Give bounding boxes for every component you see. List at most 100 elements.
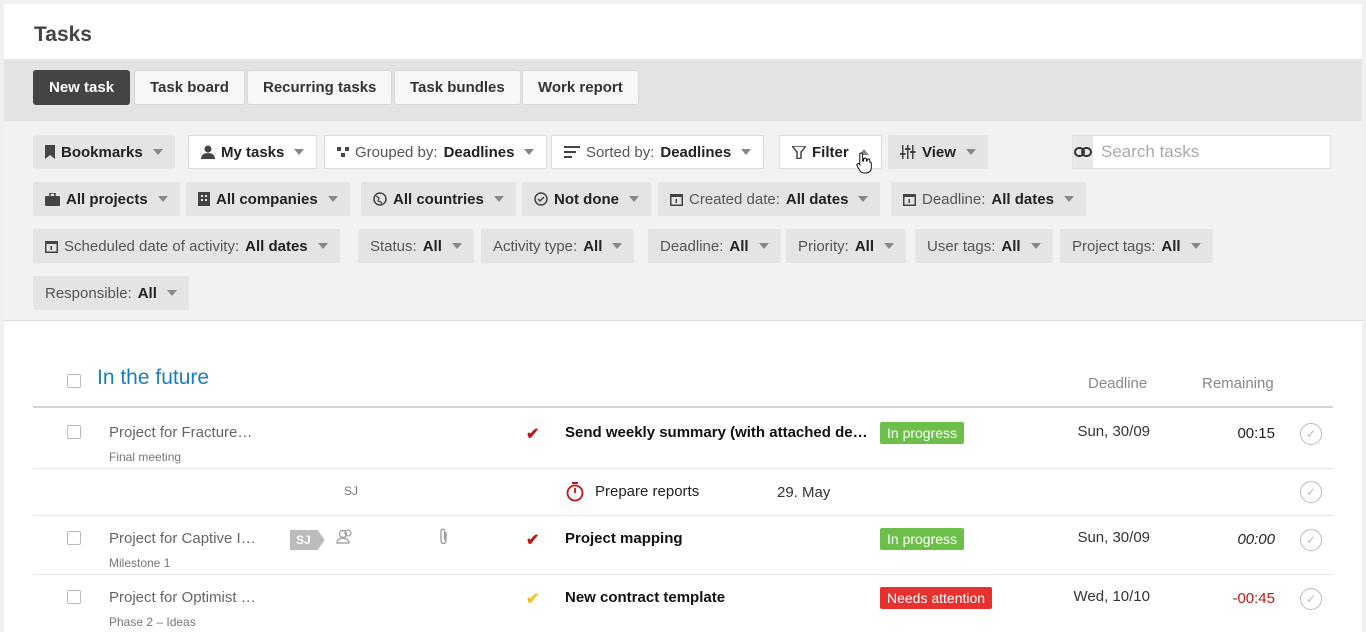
calendar-icon — [670, 193, 683, 206]
priority-check-icon: ✔ — [526, 591, 540, 608]
chevron-down-icon — [317, 243, 328, 249]
priority-check-icon: ✔ — [526, 426, 540, 443]
calendar-icon — [45, 240, 58, 253]
project-name[interactable]: Project for Fracture… — [109, 424, 252, 441]
chevron-down-icon — [157, 196, 168, 202]
user-tags-dropdown[interactable]: User tags: All — [915, 229, 1053, 263]
remaining-value: 00:15 — [1237, 425, 1275, 442]
chevron-down-icon — [1063, 196, 1074, 202]
group-icon — [337, 147, 349, 157]
status-badge: Needs attention — [880, 587, 993, 609]
page-title: Tasks — [34, 23, 92, 46]
my-tasks-dropdown[interactable]: My tasks — [188, 135, 318, 169]
row-checkbox[interactable] — [67, 590, 81, 604]
bookmarks-dropdown[interactable]: Bookmarks — [33, 135, 175, 169]
project-name[interactable]: Project for Captive I… — [109, 530, 256, 547]
group-header: In the future Deadline Remaining — [33, 362, 1333, 408]
status-badge: In progress — [880, 528, 965, 550]
all-projects-dropdown[interactable]: All projects — [33, 182, 180, 216]
table-row[interactable]: Project for Captive I… Milestone 1 SJ ✔ … — [33, 516, 1333, 575]
chevron-down-icon — [493, 196, 504, 202]
grouped-by-dropdown[interactable]: Grouped by: Deadlines — [324, 135, 548, 169]
users-icon — [336, 529, 354, 550]
task-title[interactable]: New contract template — [565, 589, 725, 606]
tab-task-board[interactable]: Task board — [134, 70, 245, 105]
remaining-value: 00:00 — [1237, 531, 1275, 548]
sorted-by-dropdown[interactable]: Sorted by: Deadlines — [551, 135, 765, 169]
new-task-button[interactable]: New task — [33, 70, 131, 105]
all-companies-dropdown[interactable]: All companies — [186, 182, 350, 216]
deadline-value: Sun, 30/09 — [1077, 529, 1150, 546]
project-name[interactable]: Project for Optimist … — [109, 589, 256, 606]
table-row[interactable]: Project for Fracture… Final meeting ✔ Se… — [33, 410, 1333, 469]
chevron-down-icon — [758, 243, 769, 249]
group-title[interactable]: In the future — [97, 366, 209, 390]
table-row[interactable]: Project for Optimist … Phase 2 – Ideas ✔… — [33, 575, 1333, 632]
deadline-value: Sun, 30/09 — [1077, 423, 1150, 440]
task-title[interactable]: Project mapping — [565, 530, 683, 547]
search-input[interactable] — [1093, 136, 1330, 168]
chevron-down-icon — [858, 196, 869, 202]
task-title[interactable]: Send weekly summary (with attached detai… — [565, 424, 870, 441]
tab-bar: New task Task board Recurring tasks Task… — [4, 59, 1362, 121]
complete-activity-icon[interactable]: ✓ — [1300, 481, 1322, 503]
deadline-value: Wed, 10/10 — [1073, 588, 1150, 605]
responsible-dropdown[interactable]: Responsible: All — [33, 276, 189, 310]
app-frame: Tasks New task Task board Recurring task… — [4, 4, 1362, 632]
chevron-down-icon — [612, 243, 623, 249]
row-checkbox[interactable] — [67, 531, 81, 545]
complete-task-icon[interactable]: ✓ — [1300, 529, 1322, 551]
project-tags-dropdown[interactable]: Project tags: All — [1060, 229, 1213, 263]
row-checkbox[interactable] — [67, 425, 81, 439]
chevron-down-icon — [965, 149, 976, 155]
chevron-down-icon — [294, 149, 305, 155]
status-badge: In progress — [880, 422, 965, 444]
chevron-down-icon — [152, 149, 163, 155]
not-done-dropdown[interactable]: Not done — [522, 182, 651, 216]
chevron-down-icon — [451, 243, 462, 249]
bookmark-icon — [45, 145, 55, 159]
chevron-down-icon — [629, 196, 639, 202]
assignee-tag: SJ — [290, 530, 325, 550]
tab-work-report[interactable]: Work report — [522, 70, 639, 105]
deadline-column-header[interactable]: Deadline — [1088, 375, 1147, 392]
chevron-down-icon — [1190, 243, 1201, 249]
complete-task-icon[interactable]: ✓ — [1300, 588, 1322, 610]
activity-row[interactable]: SJ Prepare reports 29. May ✓ — [33, 469, 1333, 516]
tab-task-bundles[interactable]: Task bundles — [394, 70, 521, 105]
briefcase-icon — [45, 192, 60, 206]
sliders-icon — [900, 145, 916, 159]
remaining-column-header[interactable]: Remaining — [1202, 375, 1274, 392]
calendar-icon — [903, 193, 916, 206]
pointer-cursor-icon — [856, 152, 872, 179]
view-dropdown[interactable]: View — [888, 135, 988, 169]
building-icon — [198, 192, 210, 206]
priority-check-icon: ✔ — [526, 532, 540, 549]
milestone-name: Milestone 1 — [109, 556, 171, 570]
activity-date: 29. May — [777, 484, 831, 501]
remaining-value: -00:45 — [1232, 590, 1275, 607]
scheduled-date-dropdown[interactable]: Scheduled date of activity: All dates — [33, 229, 340, 263]
group-select-checkbox[interactable] — [67, 374, 81, 388]
search-box — [1072, 135, 1331, 169]
deadline-dropdown[interactable]: Deadline: All — [648, 229, 781, 263]
chevron-down-icon — [327, 196, 338, 202]
filter-panel: Bookmarks My tasks Grouped by: Deadlines… — [4, 121, 1362, 321]
check-circle-icon — [534, 192, 548, 206]
sort-icon — [564, 146, 580, 158]
deadline-dates-dropdown[interactable]: Deadline: All dates — [891, 182, 1086, 216]
paperclip-icon — [439, 528, 449, 551]
funnel-icon — [792, 145, 806, 159]
chevron-down-icon — [1030, 243, 1041, 249]
activity-type-dropdown[interactable]: Activity type: All — [481, 229, 635, 263]
priority-dropdown[interactable]: Priority: All — [786, 229, 907, 263]
created-date-dropdown[interactable]: Created date: All dates — [658, 182, 881, 216]
timer-icon — [566, 482, 584, 507]
all-countries-dropdown[interactable]: All countries — [361, 182, 516, 216]
complete-task-icon[interactable]: ✓ — [1300, 423, 1322, 445]
chevron-down-icon — [166, 290, 177, 296]
tab-recurring-tasks[interactable]: Recurring tasks — [247, 70, 393, 105]
link-icon[interactable] — [1073, 136, 1093, 168]
status-dropdown[interactable]: Status: All — [358, 229, 474, 263]
activity-title[interactable]: Prepare reports — [595, 483, 699, 500]
